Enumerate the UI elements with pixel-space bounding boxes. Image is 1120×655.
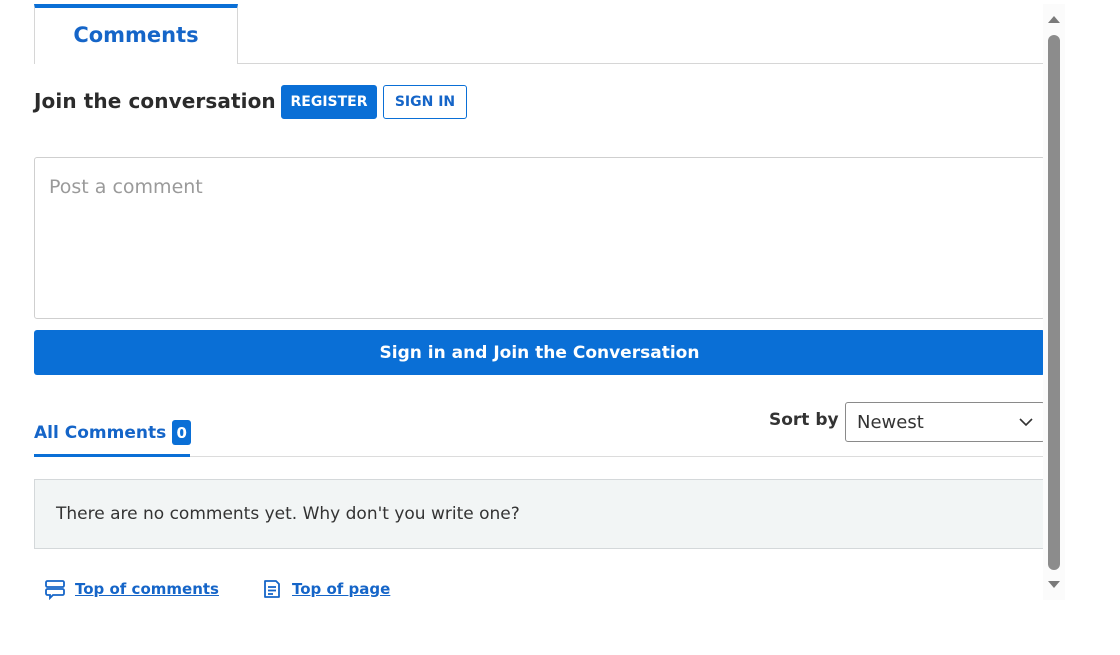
tab-comments-label: Comments	[73, 23, 199, 47]
scroll-up-arrow-icon[interactable]	[1048, 16, 1060, 23]
top-of-comments-link[interactable]: Top of comments	[44, 578, 219, 600]
top-of-page-link[interactable]: Top of page	[261, 578, 390, 600]
comments-icon	[45, 580, 65, 600]
sign-in-button[interactable]: SIGN IN	[383, 85, 467, 119]
sort-selected-value: Newest	[857, 411, 924, 433]
tab-comments[interactable]: Comments	[34, 4, 238, 64]
top-of-comments-label: Top of comments	[75, 580, 219, 598]
active-tab-indicator	[34, 454, 190, 457]
document-icon	[264, 580, 280, 598]
sort-by-label: Sort by	[769, 410, 839, 430]
top-of-page-label: Top of page	[292, 580, 391, 598]
comment-input[interactable]: Post a comment	[34, 157, 1045, 319]
register-button[interactable]: REGISTER	[281, 85, 377, 119]
scrollbar-thumb[interactable]	[1048, 35, 1060, 570]
empty-comments-message: There are no comments yet. Why don't you…	[34, 479, 1045, 549]
scroll-down-arrow-icon[interactable]	[1048, 581, 1060, 588]
sign-in-join-button[interactable]: Sign in and Join the Conversation	[34, 330, 1045, 375]
all-comments-label: All Comments	[34, 422, 167, 443]
all-comments-tab[interactable]: All Comments 0	[34, 420, 192, 445]
empty-message-text: There are no comments yet. Why don't you…	[56, 504, 520, 524]
chevron-down-icon	[1019, 418, 1033, 427]
sort-select[interactable]: Newest	[845, 402, 1045, 442]
comment-count-badge: 0	[172, 420, 192, 445]
join-conversation-heading: Join the conversation	[34, 89, 276, 113]
